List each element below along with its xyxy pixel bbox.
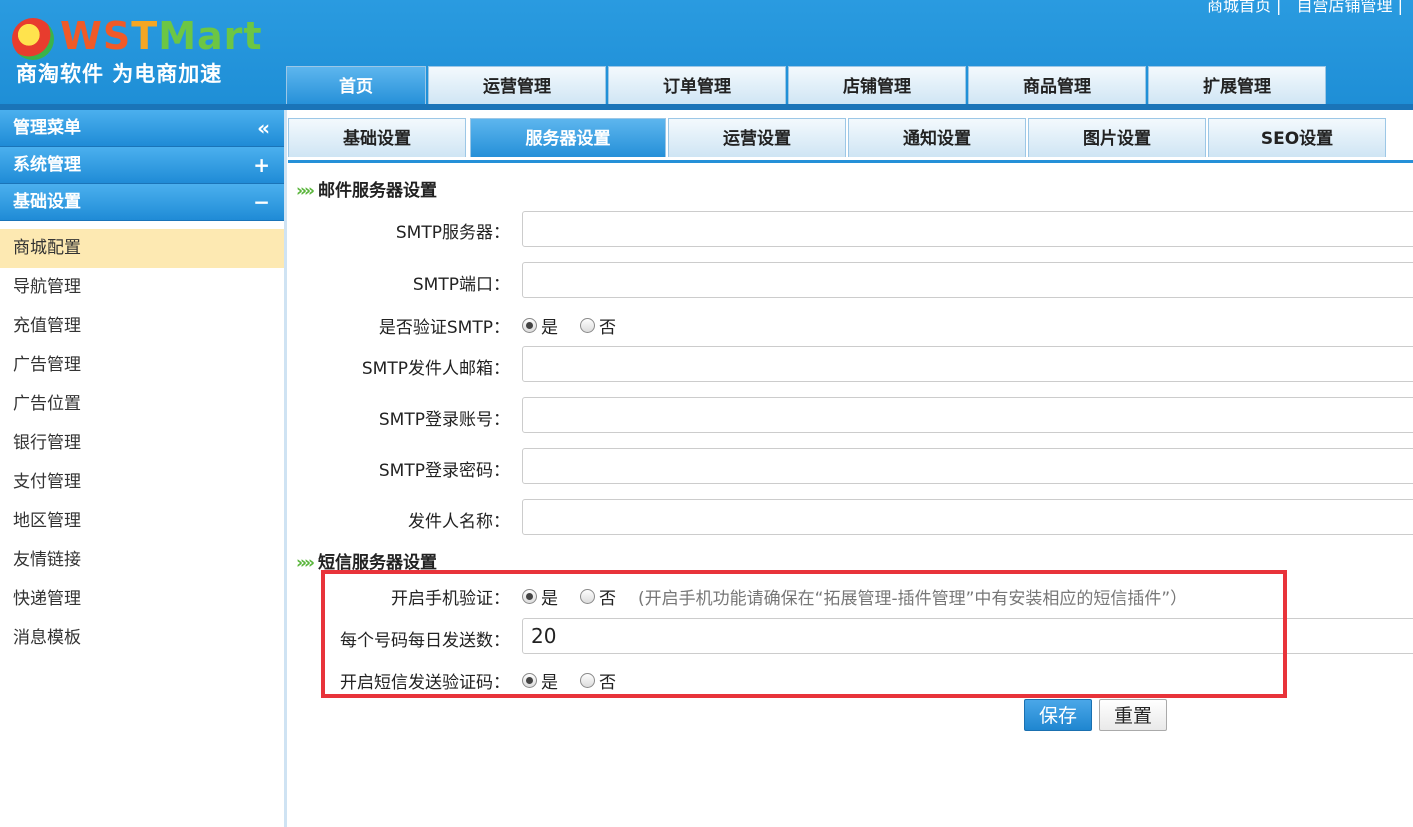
smtp-verify-yes-radio[interactable] <box>522 318 537 333</box>
sidebar-menu-header[interactable]: 管理菜单 « <box>0 110 284 147</box>
login-account-label: SMTP登录账号： <box>378 410 510 430</box>
sender-email-label: SMTP发件人邮箱： <box>361 359 510 379</box>
tab-seo-settings[interactable]: SEO设置 <box>1208 118 1386 157</box>
smtp-verify-yes-label[interactable]: 是 <box>541 313 558 338</box>
logo-icon <box>12 18 54 60</box>
expand-icon[interactable]: + <box>253 147 270 183</box>
collapse-icon[interactable]: « <box>257 110 270 146</box>
top-header: WSTMart 商淘软件 为电商加速 商城首页 | 自营店铺管理 | 首页 运营… <box>0 0 1413 108</box>
main-tab-operations[interactable]: 运营管理 <box>428 66 606 105</box>
sender-name-input[interactable] <box>522 499 1413 535</box>
sidebar-item-recharge[interactable]: 充值管理 <box>0 307 284 346</box>
minus-icon[interactable]: − <box>253 184 270 220</box>
tab-operation-settings[interactable]: 运营设置 <box>668 118 846 157</box>
sidebar-group-system[interactable]: 系统管理 + <box>0 147 284 184</box>
sidebar-item-message-templates[interactable]: 消息模板 <box>0 619 284 658</box>
save-button[interactable]: 保存 <box>1024 699 1092 731</box>
sidebar-item-mall-config[interactable]: 商城配置 <box>0 229 284 268</box>
sidebar-menu-title: 管理菜单 <box>13 118 81 138</box>
tab-image-settings[interactable]: 图片设置 <box>1028 118 1206 157</box>
double-chevron-icon: »» <box>296 553 315 573</box>
mail-section-title: »» 邮件服务器设置 <box>296 181 437 201</box>
sidebar: 管理菜单 « 系统管理 + 基础设置 − 商城配置 导航管理 充值管理 广告管理… <box>0 110 287 827</box>
home-link[interactable]: 商城首页 | <box>1207 0 1281 15</box>
sidebar-group-basic-label: 基础设置 <box>13 192 81 212</box>
sidebar-item-banks[interactable]: 银行管理 <box>0 424 284 463</box>
smtp-port-label: SMTP端口： <box>412 275 510 295</box>
brand-slogan: 商淘软件 为电商加速 <box>16 62 223 86</box>
smtp-port-input[interactable] <box>522 262 1413 298</box>
sender-name-label: 发件人名称： <box>408 512 510 532</box>
smtp-verify-no-radio[interactable] <box>580 318 595 333</box>
sidebar-group-system-label: 系统管理 <box>13 155 81 175</box>
main-tab-home[interactable]: 首页 <box>286 66 426 105</box>
brand-logo[interactable]: WSTMart 商淘软件 为电商加速 <box>12 14 272 94</box>
settings-tabs: 基础设置 服务器设置 运营设置 通知设置 图片设置 SEO设置 <box>288 118 1413 163</box>
smtp-server-input[interactable] <box>522 211 1413 247</box>
tab-server-settings[interactable]: 服务器设置 <box>470 118 666 157</box>
main-tab-orders[interactable]: 订单管理 <box>608 66 786 105</box>
logo-wordmark: WSTMart <box>60 14 263 58</box>
smtp-verify-radios: 是 否 <box>522 313 638 338</box>
login-password-label: SMTP登录密码： <box>378 461 510 481</box>
smtp-server-label: SMTP服务器： <box>395 223 510 243</box>
login-password-input[interactable] <box>522 448 1413 484</box>
top-links: 商城首页 | 自营店铺管理 | <box>1197 0 1403 16</box>
reset-button[interactable]: 重置 <box>1099 699 1167 731</box>
tab-notification-settings[interactable]: 通知设置 <box>848 118 1026 157</box>
sidebar-item-navigation[interactable]: 导航管理 <box>0 268 284 307</box>
main-tab-extensions[interactable]: 扩展管理 <box>1148 66 1326 105</box>
main-tab-shops[interactable]: 店铺管理 <box>788 66 966 105</box>
sidebar-item-payments[interactable]: 支付管理 <box>0 463 284 502</box>
smtp-verify-no-label[interactable]: 否 <box>599 313 616 338</box>
sidebar-item-regions[interactable]: 地区管理 <box>0 502 284 541</box>
annotation-highlight-box <box>321 570 1287 698</box>
double-chevron-icon: »» <box>296 181 315 201</box>
sms-section-title: »» 短信服务器设置 <box>296 553 437 573</box>
sidebar-item-friend-links[interactable]: 友情链接 <box>0 541 284 580</box>
main-tab-goods[interactable]: 商品管理 <box>968 66 1146 105</box>
sidebar-item-express[interactable]: 快递管理 <box>0 580 284 619</box>
tab-basic-settings[interactable]: 基础设置 <box>288 118 466 157</box>
sender-email-input[interactable] <box>522 346 1413 382</box>
sidebar-group-basic[interactable]: 基础设置 − <box>0 184 284 221</box>
self-shop-link[interactable]: 自营店铺管理 | <box>1297 0 1403 15</box>
sidebar-item-ads[interactable]: 广告管理 <box>0 346 284 385</box>
login-account-input[interactable] <box>522 397 1413 433</box>
smtp-verify-label: 是否验证SMTP： <box>378 318 510 338</box>
sidebar-item-ad-positions[interactable]: 广告位置 <box>0 385 284 424</box>
sidebar-list: 商城配置 导航管理 充值管理 广告管理 广告位置 银行管理 支付管理 地区管理 … <box>0 229 284 658</box>
